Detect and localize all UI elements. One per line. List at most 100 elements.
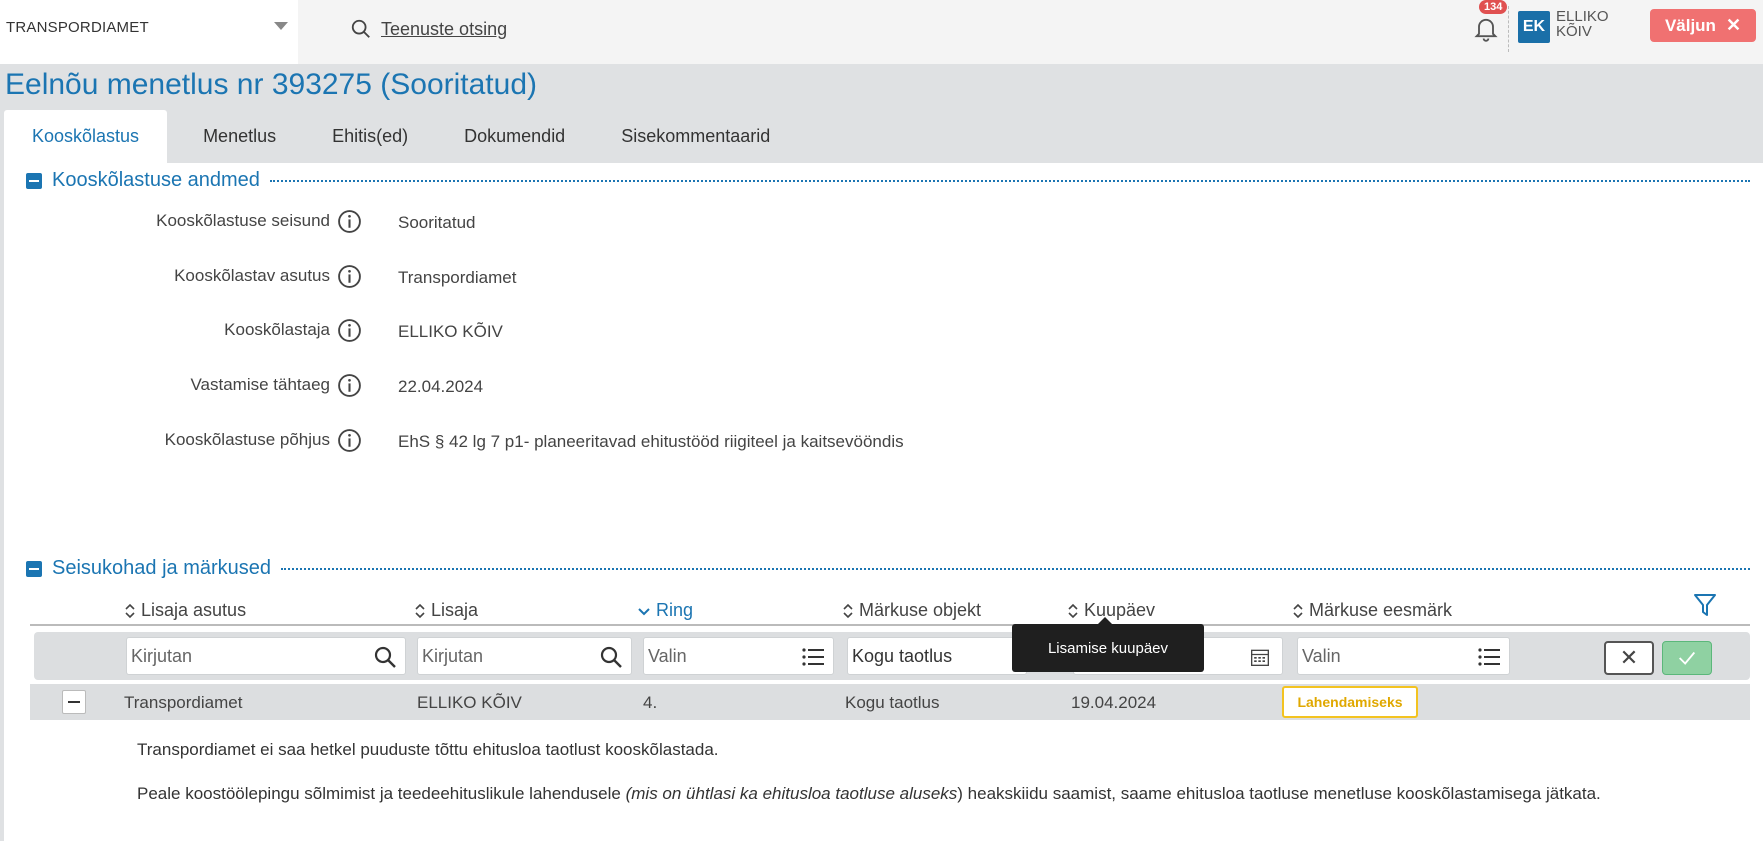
field-label: Vastamise tähtaeg (190, 375, 330, 394)
cell-ring: 4. (643, 693, 658, 712)
column-label: Lisaja asutus (141, 600, 247, 620)
cell-lisaja: ELLIKO KÕIV (417, 693, 522, 712)
tab-kooskolastus[interactable]: Kooskõlastus (4, 110, 168, 163)
apply-filters-button[interactable] (1662, 641, 1712, 675)
info-icon[interactable] (337, 373, 362, 398)
search-icon (351, 19, 370, 38)
search-icon (374, 646, 396, 668)
section-title: Seisukohad ja märkused (52, 557, 272, 579)
sort-icon (415, 603, 425, 618)
section-header-kooskolastuse-andmed: Kooskõlastuse andmed (26, 169, 1750, 192)
column-header-markuse-objekt[interactable]: Märkuse objekt (842, 600, 981, 621)
avatar[interactable]: EK (1518, 11, 1550, 43)
column-header-lisaja[interactable]: Lisaja (414, 600, 478, 621)
field-value: ELLIKO KÕIV (398, 322, 503, 341)
filter-icon[interactable] (1693, 592, 1717, 618)
comment-line-1: Transpordiamet ei saa hetkel puuduste tõ… (137, 740, 719, 759)
filter-eesmark-select[interactable]: Valin (1297, 637, 1510, 675)
organization-select[interactable]: TRANSPORDIAMET (0, 0, 298, 64)
filter-objekt-select[interactable]: Kogu taotlus (847, 637, 1027, 675)
filter-placeholder: Valin (1302, 646, 1341, 666)
sort-descending-icon (638, 607, 650, 615)
divider (30, 624, 1750, 626)
sort-icon (125, 603, 135, 618)
top-bar: TRANSPORDIAMET Teenuste otsing 134 EK EL… (0, 0, 1763, 64)
field-label: Kooskõlastuse seisund (156, 211, 330, 230)
calendar-icon (1251, 649, 1269, 666)
tab-ehitised[interactable]: Ehitis(ed) (304, 110, 436, 163)
tooltip: Lisamise kuupäev (1012, 617, 1204, 672)
field-label: Kooskõlastaja (224, 320, 330, 339)
field-row: Kooskõlastuse põhjus EhS § 42 lg 7 p1- p… (0, 426, 1000, 456)
filter-ring-select[interactable]: Valin (643, 637, 834, 675)
logout-label: Väljun (1664, 15, 1716, 35)
info-icon[interactable] (337, 428, 362, 453)
filter-placeholder: Kirjutan (422, 646, 484, 666)
column-header-markuse-eesmark[interactable]: Märkuse eesmärk (1292, 600, 1452, 621)
section-header-seisukohad: Seisukohad ja märkused (26, 557, 1750, 580)
sort-icon (843, 603, 853, 618)
filter-lisaja-asutus-input[interactable]: Kirjutan (126, 637, 406, 675)
close-icon: ✕ (1619, 645, 1639, 670)
status-badge: Lahendamiseks (1282, 686, 1418, 718)
column-header-lisaja-asutus[interactable]: Lisaja asutus (124, 600, 246, 621)
user-last-name: KÕIV (1556, 23, 1592, 40)
info-icon[interactable] (337, 318, 362, 343)
list-icon (802, 648, 824, 666)
collapse-toggle[interactable] (26, 172, 42, 189)
chevron-down-icon (274, 22, 288, 30)
notification-count-badge: 134 (1479, 0, 1508, 14)
field-value: EhS § 42 lg 7 p1- planeeritavad ehitustö… (398, 432, 904, 451)
field-row: Vastamise tähtaeg 22.04.2024 (0, 371, 1000, 401)
comment-italic-text: (mis on ühtlasi ka ehitusloa taotluse al… (625, 784, 958, 803)
divider (1508, 6, 1509, 52)
field-row: Kooskõlastav asutus Transpordiamet (0, 262, 1000, 292)
comment-text: ) heakskiidu saamist, saame ehitusloa ta… (957, 784, 1601, 803)
user-name: ELLIKO KÕIV (1556, 9, 1616, 39)
field-value: Sooritatud (398, 213, 476, 232)
bell-icon[interactable] (1472, 14, 1500, 42)
column-label: Märkuse objekt (859, 600, 982, 620)
tab-bar: Kooskõlastus Menetlus Ehitis(ed) Dokumen… (4, 110, 798, 163)
cell-markuse-objekt: Kogu taotlus (845, 693, 940, 712)
cell-kuupaev: 19.04.2024 (1071, 693, 1157, 712)
search-icon (600, 646, 622, 668)
cell-lisaja-asutus: Transpordiamet (124, 693, 243, 712)
tab-dokumendid[interactable]: Dokumendid (436, 110, 593, 163)
info-icon[interactable] (337, 209, 362, 234)
field-value: Transpordiamet (398, 268, 517, 287)
field-label: Kooskõlastuse põhjus (164, 430, 330, 449)
user-first-name: ELLIKO (1556, 8, 1609, 25)
row-collapse-toggle[interactable] (62, 690, 86, 714)
organization-select-value: TRANSPORDIAMET (6, 19, 149, 36)
info-icon[interactable] (337, 264, 362, 289)
filter-value: Kogu taotlus (852, 646, 953, 666)
filter-lisaja-input[interactable]: Kirjutan (417, 637, 632, 675)
close-icon: ✕ (1725, 15, 1742, 35)
field-row: Kooskõlastuse seisund Sooritatud (0, 207, 1000, 237)
filter-placeholder: Valin (648, 646, 687, 666)
sort-icon (1293, 603, 1303, 618)
field-value: 22.04.2024 (398, 377, 484, 396)
column-label: Kuupäev (1084, 600, 1156, 620)
check-icon (1679, 651, 1696, 665)
filter-placeholder: Kirjutan (131, 646, 193, 666)
divider (269, 179, 1750, 182)
section-title: Kooskõlastuse andmed (52, 169, 260, 191)
comment-text: Peale koostöölepingu sõlmimist ja teedee… (137, 784, 626, 803)
logout-button[interactable]: Väljun ✕ (1650, 9, 1756, 42)
tab-menetlus[interactable]: Menetlus (175, 110, 304, 163)
column-label: Lisaja (431, 600, 479, 620)
collapse-toggle[interactable] (26, 560, 42, 577)
column-label: Ring (656, 600, 694, 620)
service-search-label: Teenuste otsing (381, 18, 508, 39)
column-label: Märkuse eesmärk (1309, 600, 1453, 620)
service-search-link[interactable]: Teenuste otsing (350, 14, 507, 44)
column-header-ring[interactable]: Ring (637, 600, 693, 621)
clear-filters-button[interactable]: ✕ (1604, 641, 1654, 675)
list-icon (1478, 648, 1500, 666)
field-label: Kooskõlastav asutus (174, 266, 330, 285)
tab-sisekommentaarid[interactable]: Sisekommentaarid (593, 110, 798, 163)
field-row: Kooskõlastaja ELLIKO KÕIV (0, 316, 1000, 346)
page-title: Eelnõu menetlus nr 393275 (Sooritatud) (5, 68, 538, 101)
